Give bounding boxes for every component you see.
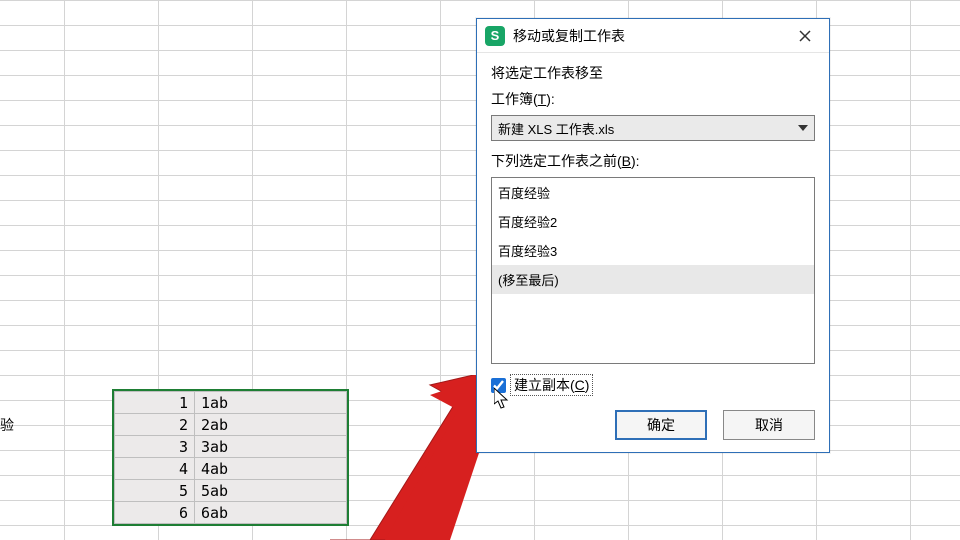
close-button[interactable] — [789, 24, 821, 48]
close-icon — [798, 29, 812, 43]
cell[interactable]: 4 — [115, 458, 195, 480]
workbook-label: 工作簿(T): — [491, 89, 815, 109]
ok-button[interactable]: 确定 — [615, 410, 707, 440]
cell[interactable]: 2ab — [195, 414, 347, 436]
cell[interactable]: 5 — [115, 480, 195, 502]
data-table: 11ab22ab33ab44ab55ab66ab — [114, 391, 347, 524]
create-copy-checkbox[interactable] — [491, 378, 506, 393]
list-item[interactable]: 百度经验3 — [492, 236, 814, 265]
table-row[interactable]: 33ab — [115, 436, 347, 458]
move-copy-sheet-dialog: S 移动或复制工作表 将选定工作表移至 工作簿(T): 新建 XLS 工作表.x… — [476, 18, 830, 453]
list-item[interactable]: 百度经验 — [492, 178, 814, 207]
table-row[interactable]: 44ab — [115, 458, 347, 480]
app-icon: S — [485, 26, 505, 46]
cell[interactable]: 3ab — [195, 436, 347, 458]
list-item[interactable]: (移至最后) — [492, 265, 814, 294]
cell[interactable]: 6 — [115, 502, 195, 524]
list-item[interactable]: 百度经验2 — [492, 207, 814, 236]
move-caption: 将选定工作表移至 — [491, 63, 815, 83]
cell[interactable]: 5ab — [195, 480, 347, 502]
truncated-cell-text: 验 — [0, 415, 16, 435]
before-sheet-label: 下列选定工作表之前(B): — [491, 151, 815, 171]
sheet-listbox[interactable]: 百度经验百度经验2百度经验3(移至最后) — [491, 177, 815, 364]
cell[interactable]: 6ab — [195, 502, 347, 524]
cell[interactable]: 1 — [115, 392, 195, 414]
table-row[interactable]: 66ab — [115, 502, 347, 524]
selected-range[interactable]: 11ab22ab33ab44ab55ab66ab — [112, 389, 349, 526]
cell[interactable]: 2 — [115, 414, 195, 436]
workbook-dropdown[interactable]: 新建 XLS 工作表.xls — [491, 115, 815, 141]
workbook-selected-value: 新建 XLS 工作表.xls — [498, 119, 614, 138]
cell[interactable]: 1ab — [195, 392, 347, 414]
dialog-titlebar: S 移动或复制工作表 — [477, 19, 829, 53]
create-copy-label[interactable]: 建立副本(C) — [510, 374, 593, 396]
cell[interactable]: 3 — [115, 436, 195, 458]
cancel-button[interactable]: 取消 — [723, 410, 815, 440]
table-row[interactable]: 11ab — [115, 392, 347, 414]
table-row[interactable]: 22ab — [115, 414, 347, 436]
table-row[interactable]: 55ab — [115, 480, 347, 502]
cell[interactable]: 4ab — [195, 458, 347, 480]
dialog-title: 移动或复制工作表 — [513, 26, 789, 46]
chevron-down-icon — [798, 125, 808, 131]
